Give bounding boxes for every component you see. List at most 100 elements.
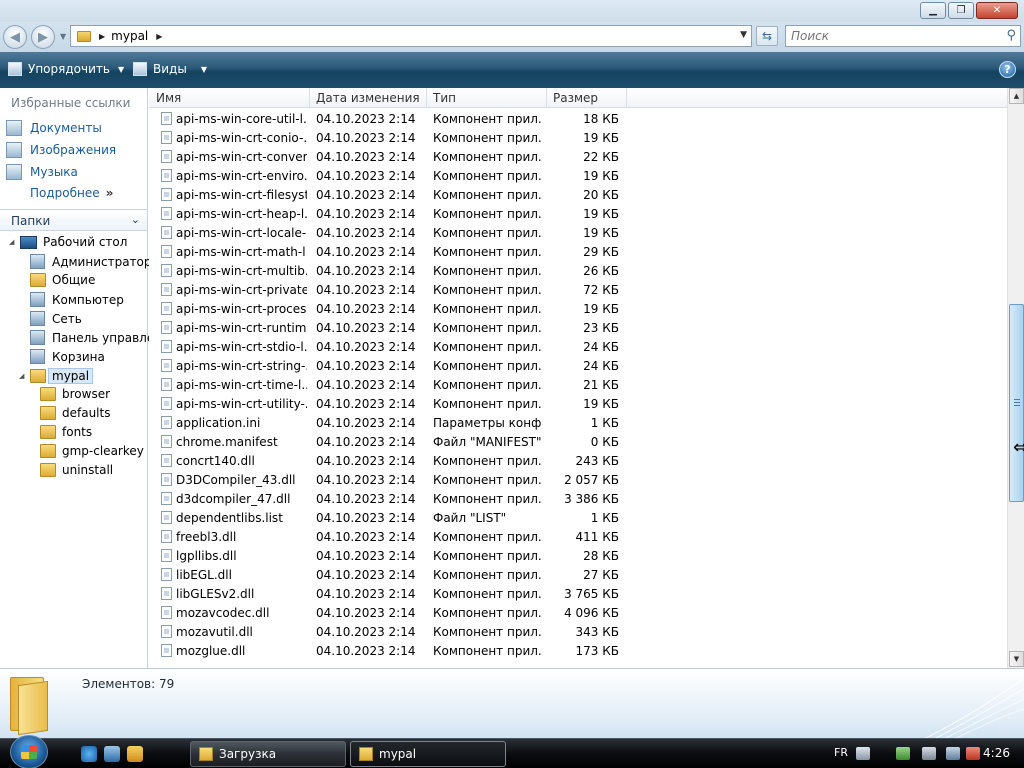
table-row[interactable]: lgpllibs.dll 04.10.2023 2:14 Компонент при… (149, 546, 1007, 565)
tree-item-network[interactable]: Сеть (30, 311, 82, 326)
taskbar-button-mypal[interactable]: mypal (350, 741, 506, 767)
column-size[interactable]: Размер (553, 91, 598, 105)
back-button[interactable]: ◀ (3, 25, 27, 49)
maximize-button[interactable]: ❐ (948, 2, 974, 19)
table-row[interactable]: api-ms-win-crt-string-... 04.10.2023 2:14… (149, 356, 1007, 375)
tree-item-administrator[interactable]: Администратор (30, 254, 152, 269)
vertical-scrollbar[interactable]: ▲ ▼ (1007, 88, 1024, 668)
table-row[interactable]: mozglue.dll 04.10.2023 2:14 Компонент прил… (149, 641, 1007, 660)
column-type[interactable]: Тип (433, 91, 456, 105)
address-dropdown-icon[interactable]: ▼ (740, 30, 747, 40)
table-row[interactable]: dependentlibs.list 04.10.2023 2:14 Файл "L… (149, 508, 1007, 527)
file-type: Компонент прил... (433, 264, 541, 278)
favorite-pictures[interactable]: Изображения (6, 142, 116, 158)
file-type: Компонент прил... (433, 112, 541, 126)
table-row[interactable]: api-ms-win-crt-proces... 04.10.2023 2:14 К… (149, 299, 1007, 318)
media-player-icon[interactable] (127, 746, 143, 762)
recent-pages-dropdown[interactable]: ▼ (60, 32, 66, 41)
search-box[interactable]: ⚲ (785, 25, 1021, 47)
address-bar[interactable]: ▶ mypal ▶ ▼ (70, 25, 752, 47)
organize-button[interactable]: Упорядочить ▼ (8, 62, 124, 76)
column-separator[interactable] (426, 88, 427, 108)
table-row[interactable]: api-ms-win-crt-locale-... 04.10.2023 2:14… (149, 223, 1007, 242)
search-icon[interactable]: ⚲ (1006, 28, 1016, 43)
table-row[interactable]: libGLESv2.dll 04.10.2023 2:14 Компонент пр… (149, 584, 1007, 603)
clock[interactable]: 4:26 (983, 746, 1010, 760)
file-date: 04.10.2023 2:14 (316, 302, 416, 316)
file-icon (161, 511, 172, 524)
file-size: 243 КБ (575, 454, 619, 468)
search-input[interactable] (791, 29, 991, 43)
tree-item-recycle-bin[interactable]: Корзина (30, 349, 105, 364)
table-row[interactable]: api-ms-win-crt-filesyst... 04.10.2023 2:1… (149, 185, 1007, 204)
table-row[interactable]: application.ini 04.10.2023 2:14 Параметры … (149, 413, 1007, 432)
network-icon[interactable] (946, 747, 960, 760)
table-row[interactable]: api-ms-win-crt-conver... 04.10.2023 2:14 К… (149, 147, 1007, 166)
table-row[interactable]: api-ms-win-crt-math-l... 04.10.2023 2:14 К… (149, 242, 1007, 261)
table-row[interactable]: api-ms-win-core-util-l... 04.10.2023 2:14… (149, 109, 1007, 128)
tree-item-gmp-clearkey[interactable]: gmp-clearkey (40, 444, 144, 458)
language-indicator[interactable]: FR (834, 746, 848, 759)
show-desktop-icon[interactable] (104, 746, 120, 762)
breadcrumb-arrow-icon[interactable]: ▶ (99, 32, 105, 41)
minimize-button[interactable]: ▁ (920, 2, 946, 19)
table-row[interactable]: api-ms-win-crt-time-l... 04.10.2023 2:14 К… (149, 375, 1007, 394)
internet-explorer-icon[interactable] (81, 746, 97, 762)
refresh-button[interactable]: ⇆ (756, 26, 778, 46)
favorite-documents[interactable]: Документы (6, 120, 102, 136)
expander-icon[interactable]: ◢ (19, 372, 27, 380)
column-date[interactable]: Дата изменения (316, 91, 420, 105)
table-row[interactable]: api-ms-win-crt-runtim... 04.10.2023 2:14 К… (149, 318, 1007, 337)
breadcrumb-mypal[interactable]: mypal (111, 29, 148, 43)
forward-button[interactable]: ▶ (31, 25, 55, 49)
expander-icon[interactable]: ◢ (9, 238, 17, 246)
folders-header[interactable]: Папки ⌄ (0, 209, 147, 231)
tree-item-defaults[interactable]: defaults (40, 406, 110, 420)
column-separator[interactable] (546, 88, 547, 108)
tree-item-public[interactable]: Общие (30, 273, 95, 287)
favorite-music[interactable]: Музыка (6, 164, 78, 180)
tree-item-fonts[interactable]: fonts (40, 425, 92, 439)
start-button[interactable] (10, 735, 48, 768)
table-row[interactable]: api-ms-win-crt-utility-... 04.10.2023 2:1… (149, 394, 1007, 413)
table-row[interactable]: libEGL.dll 04.10.2023 2:14 Компонент прил.… (149, 565, 1007, 584)
scroll-down-button[interactable]: ▼ (1009, 651, 1024, 667)
tree-item-desktop[interactable]: ◢ Рабочий стол (9, 235, 127, 249)
table-row[interactable]: api-ms-win-crt-heap-l... 04.10.2023 2:14 К… (149, 204, 1007, 223)
table-row[interactable]: api-ms-win-crt-private... 04.10.2023 2:14… (149, 280, 1007, 299)
keyboard-icon[interactable] (856, 747, 870, 760)
scroll-thumb[interactable] (1009, 304, 1024, 502)
column-separator[interactable] (309, 88, 310, 108)
table-row[interactable]: mozavcodec.dll 04.10.2023 2:14 Компонент п… (149, 603, 1007, 622)
close-button[interactable]: ✕ (976, 2, 1018, 19)
table-row[interactable]: freebl3.dll 04.10.2023 2:14 Компонент прил… (149, 527, 1007, 546)
taskbar-button-downloads[interactable]: Загрузка (190, 741, 346, 767)
volume-icon[interactable] (966, 747, 980, 760)
tree-item-uninstall[interactable]: uninstall (40, 463, 113, 477)
favorites-more-link[interactable]: Подробнее » (30, 186, 113, 200)
tree-item-mypal[interactable]: ◢ mypal (19, 368, 94, 384)
table-row[interactable]: concrt140.dll 04.10.2023 2:14 Компонент пр… (149, 451, 1007, 470)
file-size: 20 КБ (583, 188, 619, 202)
breadcrumb-arrow-icon[interactable]: ▶ (156, 32, 162, 41)
security-center-icon[interactable] (896, 747, 910, 760)
tree-item-control-panel[interactable]: Панель управлен (30, 330, 162, 345)
table-row[interactable]: api-ms-win-crt-conio-... 04.10.2023 2:14 К… (149, 128, 1007, 147)
help-icon[interactable]: ? (999, 61, 1016, 78)
table-row[interactable]: D3DCompiler_43.dll 04.10.2023 2:14 Компоне… (149, 470, 1007, 489)
tree-item-computer[interactable]: Компьютер (30, 292, 124, 307)
column-separator[interactable] (626, 88, 627, 108)
column-name[interactable]: Имя (156, 91, 181, 105)
table-row[interactable]: api-ms-win-crt-multib... 04.10.2023 2:14 К… (149, 261, 1007, 280)
views-button[interactable]: Виды ▼ (133, 62, 207, 76)
table-row[interactable]: d3dcompiler_47.dll 04.10.2023 2:14 Компоне… (149, 489, 1007, 508)
tree-item-browser[interactable]: browser (40, 387, 110, 401)
volume-muted-icon[interactable] (922, 747, 936, 760)
table-row[interactable]: api-ms-win-crt-stdio-l... 04.10.2023 2:14… (149, 337, 1007, 356)
table-row[interactable]: chrome.manifest 04.10.2023 2:14 Файл "MANI… (149, 432, 1007, 451)
table-row[interactable]: api-ms-win-crt-enviro... 04.10.2023 2:14 К… (149, 166, 1007, 185)
table-row[interactable]: mozavutil.dll 04.10.2023 2:14 Компонент пр… (149, 622, 1007, 641)
file-icon (161, 454, 172, 467)
scroll-up-button[interactable]: ▲ (1009, 88, 1024, 104)
file-size: 1 КБ (590, 416, 619, 430)
